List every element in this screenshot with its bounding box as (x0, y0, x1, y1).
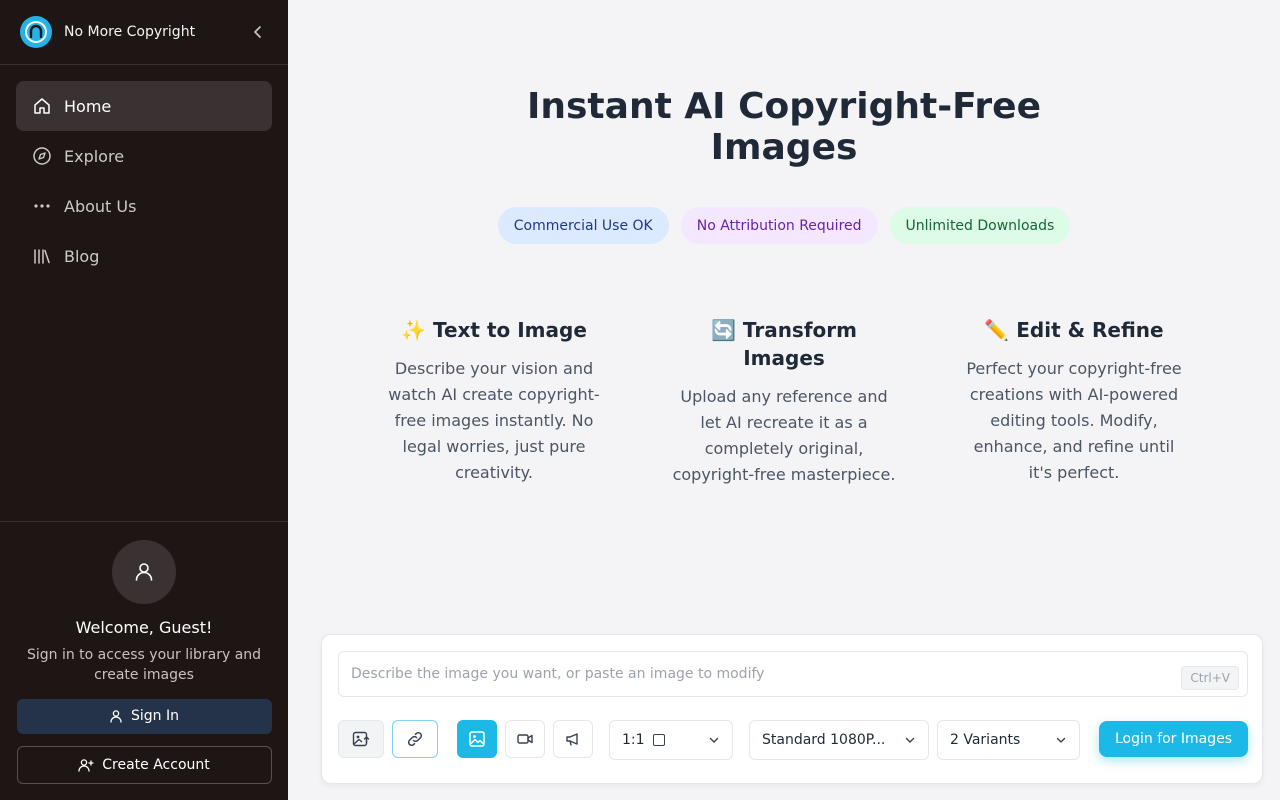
aspect-ratio-select[interactable]: 1:1 (609, 720, 733, 760)
avatar (112, 540, 176, 604)
link-icon (407, 731, 423, 747)
user-plus-icon (78, 759, 94, 772)
create-account-label: Create Account (102, 757, 210, 774)
feature-title: ✏️ Edit & Refine (960, 316, 1188, 344)
nav-item-explore[interactable]: Explore (16, 131, 272, 181)
variants-value: 2 Variants (950, 732, 1021, 748)
login-for-images-button[interactable]: Login for Images (1099, 721, 1248, 757)
sign-in-button[interactable]: Sign In (16, 698, 272, 735)
sign-in-label: Sign In (131, 708, 179, 725)
chevron-down-icon (708, 734, 720, 746)
nav-item-label: About Us (64, 196, 137, 216)
badge-no-attribution: No Attribution Required (680, 207, 878, 244)
main-nav: Home Explore About Us Blog (0, 65, 288, 297)
user-icon (110, 710, 122, 724)
image-url-button[interactable] (392, 720, 438, 758)
chevron-down-icon (1055, 734, 1067, 746)
brand-header: No More Copyright (0, 0, 288, 65)
prompt-input[interactable] (339, 652, 1247, 696)
quality-select[interactable]: Standard 1080P... (749, 720, 929, 760)
logo-icon[interactable] (20, 16, 52, 48)
welcome-heading: Welcome, Guest! (75, 617, 213, 637)
compass-icon (32, 146, 52, 166)
welcome-subtitle: Sign in to access your library and creat… (26, 646, 262, 683)
feature-description: Upload any reference and let AI recreate… (672, 387, 896, 484)
badge-commercial-use: Commercial Use OK (497, 207, 669, 244)
upload-image-button[interactable] (338, 720, 384, 758)
sidebar: No More Copyright Home Explore About Us (0, 0, 288, 800)
aspect-ratio-value: 1:1 (622, 732, 645, 748)
nav-item-label: Blog (64, 246, 100, 266)
title-line-1: Instant AI Copyright-Free (526, 86, 1042, 127)
pencil-icon: ✏️ (984, 318, 1010, 342)
title-line-2: Images (710, 127, 858, 168)
nav-item-home[interactable]: Home (16, 81, 272, 131)
guest-panel: Welcome, Guest! Sign in to access your l… (0, 521, 288, 800)
features: ✨ Text to Image Describe your vision and… (380, 316, 1188, 488)
square-ratio-icon (652, 734, 665, 746)
feature-title-text: Edit & Refine (1016, 318, 1164, 342)
feature-title-text: Transform Images (742, 318, 857, 370)
cycle-arrows-icon: 🔄 (711, 318, 736, 342)
feature-title-text: Text to Image (432, 318, 587, 342)
nav-item-about-us[interactable]: About Us (16, 181, 272, 231)
chevron-down-icon (904, 734, 916, 746)
feature-description: Perfect your copyright-free creations wi… (966, 359, 1182, 482)
prompt-box: Ctrl+V (338, 651, 1248, 697)
feature-title: 🔄 Transform Images (670, 316, 898, 372)
user-icon (135, 562, 153, 581)
feature-text-to-image: ✨ Text to Image Describe your vision and… (380, 316, 608, 488)
create-account-button[interactable]: Create Account (16, 746, 272, 784)
app-title: No More Copyright (64, 24, 196, 40)
composer-toolbar: 1:1 Standard 1080P... 2 Variants Login f… (338, 720, 1248, 760)
feature-edit-refine: ✏️ Edit & Refine Perfect your copyright-… (960, 316, 1188, 488)
feature-description: Describe your vision and watch AI create… (388, 359, 600, 482)
paste-shortcut-hint: Ctrl+V (1181, 666, 1239, 690)
feature-title: ✨ Text to Image (380, 316, 608, 344)
more-dots-icon (32, 196, 52, 216)
nav-item-blog[interactable]: Blog (16, 231, 272, 281)
chevron-left-icon (254, 26, 261, 38)
variants-select[interactable]: 2 Variants (937, 720, 1080, 760)
mode-marketing-button[interactable] (553, 720, 593, 758)
quality-value: Standard 1080P... (762, 732, 886, 748)
feature-transform-images: 🔄 Transform Images Upload any reference … (670, 316, 898, 488)
main-content: Instant AI Copyright-Free Images Commerc… (288, 0, 1280, 800)
nav-item-label: Explore (64, 146, 125, 166)
library-icon (32, 246, 52, 266)
megaphone-icon (566, 733, 578, 746)
mode-video-button[interactable] (505, 720, 545, 758)
sparkles-icon: ✨ (401, 318, 427, 342)
image-upload-icon (352, 731, 370, 747)
image-icon (469, 731, 485, 747)
video-icon (517, 734, 533, 744)
badge-unlimited-downloads: Unlimited Downloads (889, 207, 1071, 244)
badge-row: Commercial Use OK No Attribution Require… (288, 207, 1280, 244)
collapse-sidebar-button[interactable] (248, 22, 268, 42)
mode-image-button[interactable] (457, 720, 497, 758)
page-title: Instant AI Copyright-Free Images (288, 86, 1280, 168)
home-icon (32, 96, 52, 116)
nav-item-label: Home (64, 96, 112, 116)
prompt-composer: Ctrl+V 1:1 (321, 634, 1263, 784)
